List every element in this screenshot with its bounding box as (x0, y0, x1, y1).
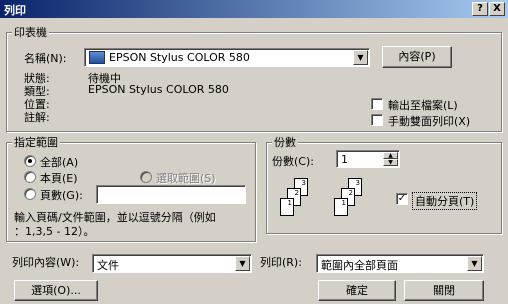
collate-checkbox[interactable]: ✓ (396, 193, 408, 205)
chevron-down-icon[interactable]: ▼ (353, 50, 368, 65)
print-to-file-label: 輸出至檔案(L) (388, 99, 458, 112)
chevron-down-icon[interactable]: ▼ (235, 256, 250, 271)
page-icon: 1 (280, 198, 294, 216)
collate-label: 自動分頁(T) (412, 192, 478, 210)
options-button[interactable]: 選項(O)... (14, 280, 98, 301)
print-sel-label: 列印(R): (260, 256, 302, 269)
window-title: 列印 (4, 4, 26, 17)
ok-button[interactable]: 確定 (318, 280, 396, 301)
range-all-radio[interactable] (24, 155, 36, 167)
printer-name-select[interactable]: EPSON Stylus COLOR 580 ▼ (84, 48, 370, 67)
range-current-label: 本頁(E) (40, 172, 78, 185)
close-button[interactable]: X (489, 2, 505, 16)
print-to-file-checkbox[interactable] (371, 98, 383, 110)
title-bar (0, 0, 508, 18)
printer-icon (89, 51, 105, 64)
print-what-value: 文件 (97, 259, 119, 272)
properties-button[interactable]: 內容(P) (382, 46, 452, 68)
printer-group-label: 印表機 (12, 24, 49, 40)
range-all-label: 全部(A) (40, 156, 79, 169)
range-hint-line2: ：1,3,5 - 12）。 (14, 225, 95, 238)
print-what-select[interactable]: 文件 ▼ (92, 254, 252, 273)
printer-name-label: 名稱(N): (24, 52, 67, 65)
type-value: EPSON Stylus COLOR 580 (88, 83, 229, 96)
copies-count-label: 份數(C): (272, 155, 314, 168)
print-sel-value: 範圍內全部頁面 (321, 259, 398, 272)
print-what-label: 列印內容(W): (12, 256, 80, 269)
copies-count-value: 1 (341, 153, 348, 166)
manual-duplex-checkbox[interactable] (371, 114, 383, 126)
range-selection-radio (140, 171, 152, 183)
page-icon: 1 (334, 198, 348, 216)
cancel-button[interactable]: 關閉 (404, 280, 484, 301)
print-sel-select[interactable]: 範圍內全部頁面 ▼ (316, 254, 484, 273)
range-group-label: 指定範圍 (12, 134, 60, 150)
range-selection-label: 選取範圍(S) (156, 172, 216, 185)
chevron-down-icon[interactable]: ▼ (467, 256, 482, 271)
spin-up-icon[interactable]: ▲ (383, 152, 398, 159)
range-current-radio[interactable] (24, 171, 36, 183)
pages-input[interactable] (96, 185, 246, 204)
range-pages-radio[interactable] (24, 188, 36, 200)
spin-down-icon[interactable]: ▼ (383, 159, 398, 166)
range-pages-label: 頁數(G): (40, 189, 83, 202)
printer-name-value: EPSON Stylus COLOR 580 (109, 51, 250, 64)
manual-duplex-label: 手動雙面列印(X) (388, 115, 471, 128)
comment-label: 註解: (24, 111, 50, 124)
copies-spinner[interactable]: 1 ▲ ▼ (336, 150, 400, 168)
help-button[interactable]: ? (472, 2, 488, 16)
copies-group-label: 份數 (272, 134, 298, 150)
